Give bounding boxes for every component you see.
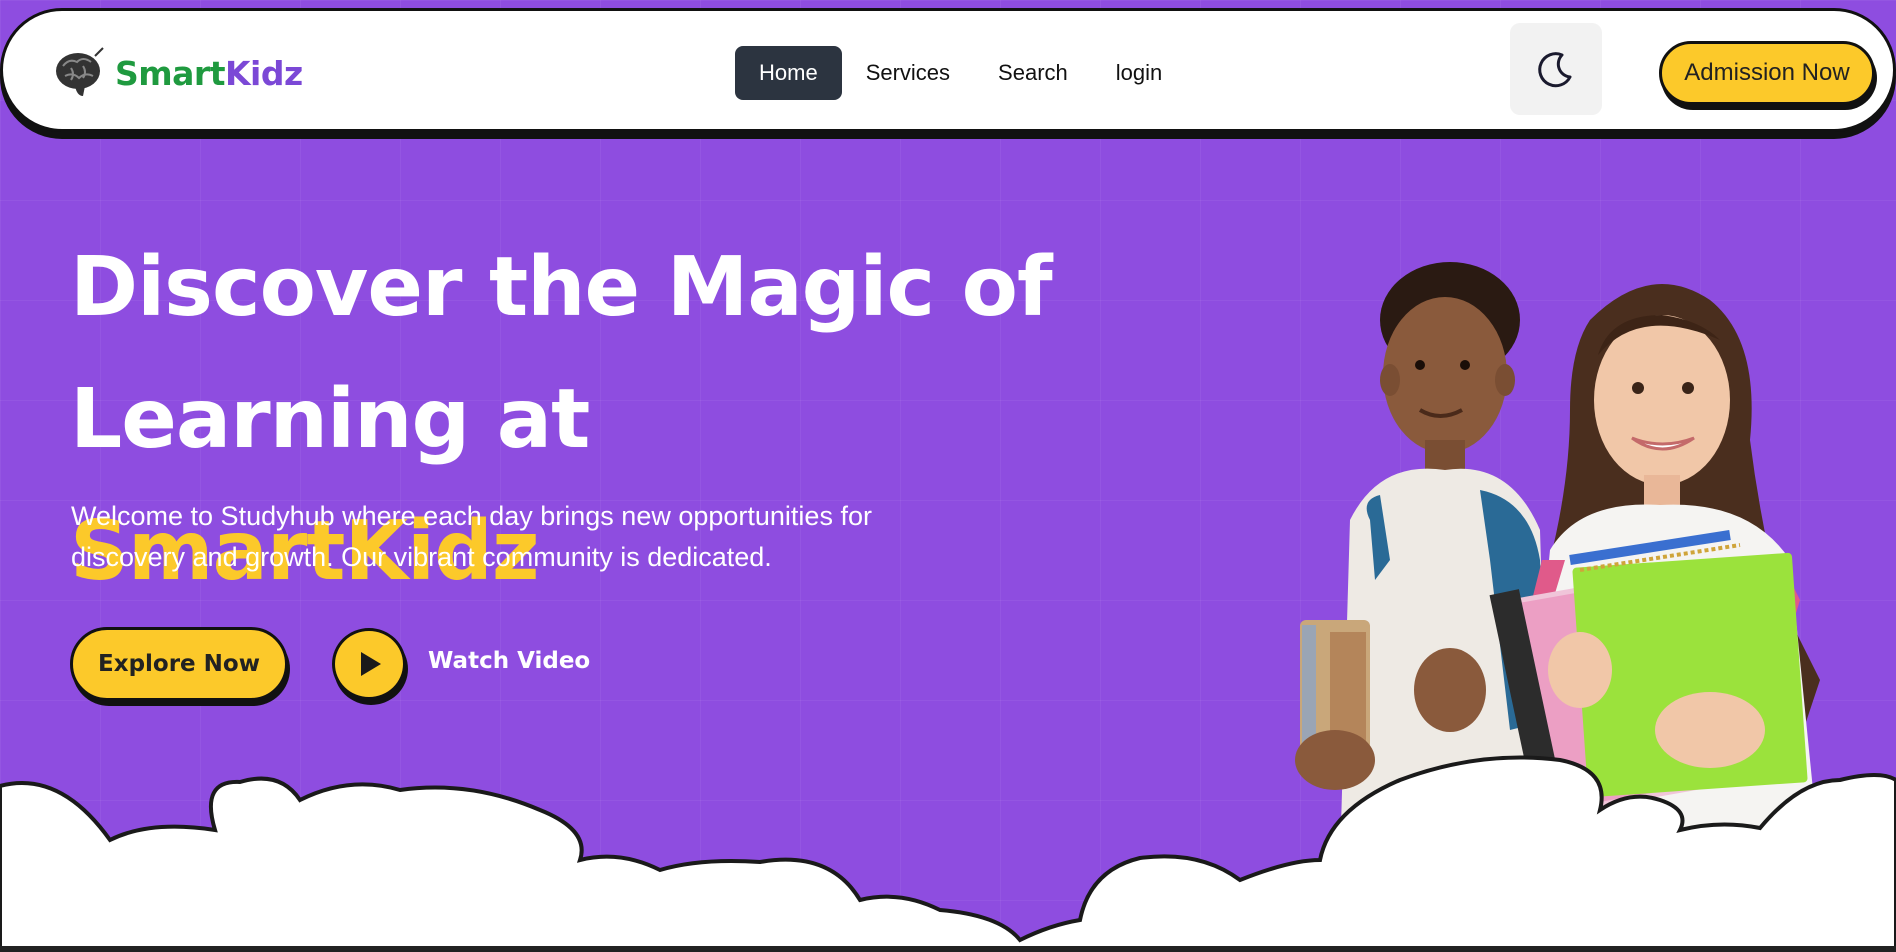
admission-now-button[interactable]: Admission Now: [1659, 41, 1875, 105]
hero-description-line2: discovery and growth. Our vibrant commun…: [71, 542, 772, 572]
logo-text: SmartKidz: [115, 54, 303, 93]
play-video-button[interactable]: [332, 628, 406, 700]
nav-item-home[interactable]: Home: [735, 46, 842, 100]
hero-title-line1: Discover the Magic of: [70, 240, 1053, 335]
brain-icon: [56, 47, 104, 96]
logo-text-kidz: Kidz: [224, 53, 303, 93]
hero-description-line1: Welcome to Studyhub where each day bring…: [71, 501, 872, 531]
nav-menu: Home Services Search login: [735, 46, 1186, 100]
nav-item-search[interactable]: Search: [974, 46, 1092, 100]
watch-video-link[interactable]: Watch Video: [428, 648, 590, 674]
hero-title-line2: Learning at: [70, 372, 590, 467]
hero-description: Welcome to Studyhub where each day bring…: [71, 496, 1001, 578]
cloud-decoration: [0, 755, 1896, 952]
logo[interactable]: SmartKidz: [53, 46, 303, 100]
navbar: SmartKidz Home Services Search login Adm…: [0, 8, 1896, 132]
bottom-border: [0, 946, 1896, 952]
logo-text-smart: Smart: [115, 53, 225, 93]
nav-item-login[interactable]: login: [1092, 46, 1186, 100]
play-icon: [361, 652, 381, 676]
nav-item-services[interactable]: Services: [842, 46, 974, 100]
moon-icon: [1538, 52, 1572, 88]
explore-now-button[interactable]: Explore Now: [70, 627, 288, 701]
theme-toggle-button[interactable]: [1510, 23, 1602, 115]
